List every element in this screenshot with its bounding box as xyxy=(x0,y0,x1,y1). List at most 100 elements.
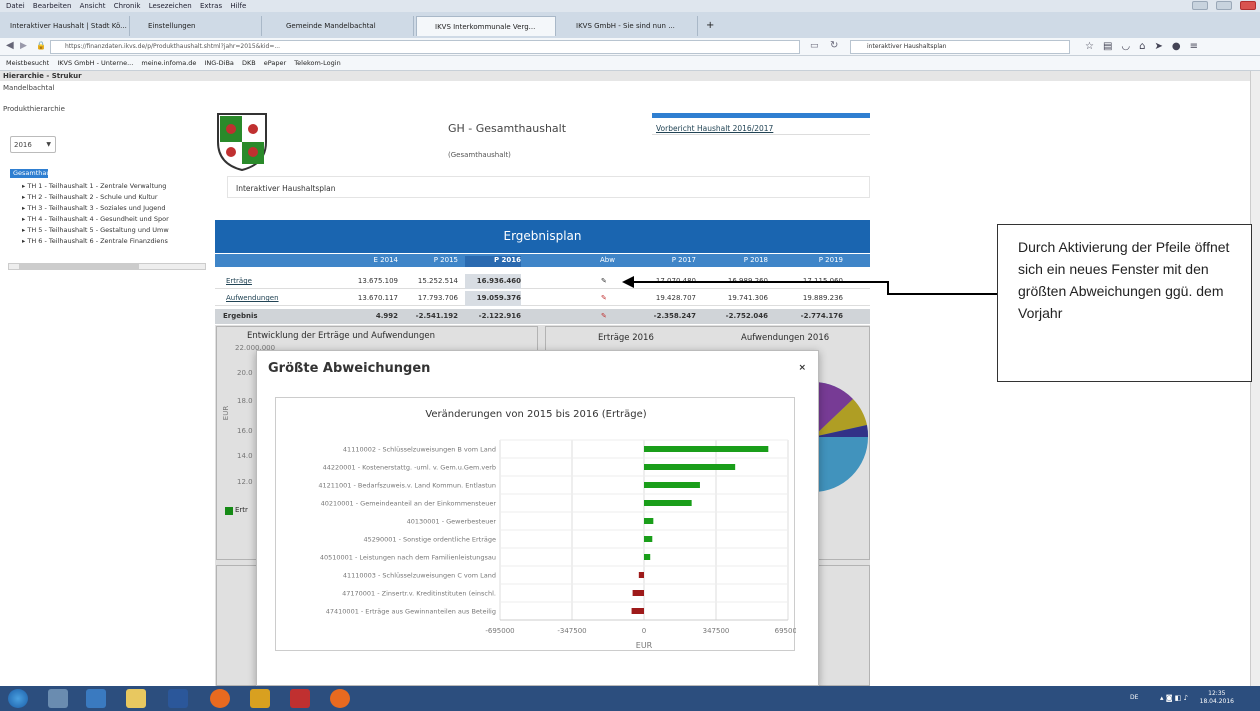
row-label-aufwendungen[interactable]: Aufwendungen xyxy=(226,291,279,306)
lock-icon: 🔒 xyxy=(36,41,46,50)
pdf-icon[interactable] xyxy=(290,689,310,708)
bookmark-dkb[interactable]: DKB xyxy=(242,59,256,67)
col-p2015: P 2015 xyxy=(433,256,458,264)
office-icon[interactable] xyxy=(250,689,270,708)
menu-ansicht[interactable]: Ansicht xyxy=(80,2,106,10)
close-window-button[interactable] xyxy=(1240,1,1256,10)
bookmark-epaper[interactable]: ePaper xyxy=(264,59,286,67)
tree-scrollbar-thumb[interactable] xyxy=(19,264,139,269)
menu-hilfe[interactable]: Hilfe xyxy=(230,2,246,10)
menu-bar: Datei Bearbeiten Ansicht Chronik Lesezei… xyxy=(0,0,1260,12)
send-icon[interactable]: ➤ xyxy=(1155,41,1172,52)
bar xyxy=(644,500,692,506)
reader-icon[interactable]: ▭ xyxy=(810,41,819,51)
x-axis-label: EUR xyxy=(636,641,653,650)
taskbar-app-icon[interactable] xyxy=(86,689,106,708)
tree-item-th1[interactable]: ▸ TH 1 - Teilhaushalt 1 - Zentrale Verwa… xyxy=(22,182,166,190)
bookmark-ingdiba[interactable]: ING-DiBa xyxy=(204,59,233,67)
tab-einstellungen[interactable]: Einstellungen xyxy=(132,16,262,36)
plan-label: Interaktiver Haushaltsplan xyxy=(236,184,336,193)
tree-item-th4[interactable]: ▸ TH 4 - Teilhaushalt 4 - Gesundheit und… xyxy=(22,215,169,223)
table-cell: -2.122.916 xyxy=(478,312,521,320)
table-row: Ergebnis 4.992 -2.541.192 -2.122.916 ✎ -… xyxy=(215,309,870,324)
bookmark-infoma[interactable]: meine.infoma.de xyxy=(141,59,196,67)
tree-item-th5[interactable]: ▸ TH 5 - Teilhaushalt 5 - Gestaltung und… xyxy=(22,226,169,234)
tab-ikvs-vergleich[interactable]: IKVS Interkommunale Verg... xyxy=(416,16,556,36)
pencil-icon[interactable]: ✎ xyxy=(601,291,607,306)
category-label: 45290001 - Sonstige ordentliche Erträge xyxy=(363,536,496,544)
pencil-icon[interactable]: ✎ xyxy=(601,274,607,289)
search-input[interactable]: interaktiver Haushaltsplan xyxy=(850,40,1070,54)
back-icon[interactable]: ◀ xyxy=(6,40,14,51)
taskbar: DE ▴ ◙ ◧ ♪ 12:35 18.04.2016 xyxy=(0,686,1260,711)
table-cell: 17.793.706 xyxy=(417,294,458,302)
reload-icon[interactable]: ↻ xyxy=(830,40,838,51)
new-tab-button[interactable]: + xyxy=(700,16,720,36)
folder-icon[interactable] xyxy=(126,689,146,708)
menu-bearbeiten[interactable]: Bearbeiten xyxy=(33,2,71,10)
taskbar-app-icon[interactable] xyxy=(48,689,68,708)
navigation-bar: ◀ ▶ 🔒 https://finanzdaten.ikvs.de/p/Prod… xyxy=(0,38,1260,56)
col-abw: Abw xyxy=(600,256,615,264)
tab-gemeinde[interactable]: Gemeinde Mandelbachtal xyxy=(264,16,414,36)
firefox-icon[interactable] xyxy=(330,689,350,708)
year-select[interactable]: 2016 ▼ xyxy=(10,136,56,153)
star-icon[interactable]: ☆ xyxy=(1085,41,1103,52)
bookmark-ikvs[interactable]: IKVS GmbH - Unterne... xyxy=(57,59,133,67)
tree-item-th6[interactable]: ▸ TH 6 - Teilhaushalt 6 - Zentrale Finan… xyxy=(22,237,168,245)
deviation-chart-svg: Veränderungen von 2015 bis 2016 (Erträge… xyxy=(318,409,796,650)
report-link-box: Vorbericht Haushalt 2016/2017 xyxy=(652,113,870,135)
tab-ikvs-gmbh[interactable]: IKVS GmbH - Sie sind nun ... xyxy=(558,16,698,36)
table-cell: 16.936.460 xyxy=(465,274,521,289)
extension-icon[interactable]: ● xyxy=(1172,41,1190,52)
tree-item-label: TH 2 - Teilhaushalt 2 - Schule und Kultu… xyxy=(27,193,158,201)
url-bar[interactable]: https://finanzdaten.ikvs.de/p/Produkthau… xyxy=(50,40,800,54)
report-link[interactable]: Vorbericht Haushalt 2016/2017 xyxy=(656,124,773,133)
menu-chronik[interactable]: Chronik xyxy=(114,2,141,10)
minimize-button[interactable] xyxy=(1192,1,1208,10)
menu-extras[interactable]: Extras xyxy=(200,2,222,10)
annotation-box: Durch Aktivierung der Pfeile öffnet sich… xyxy=(997,224,1252,382)
bar xyxy=(644,518,654,524)
pencil-icon[interactable]: ✎ xyxy=(601,309,607,324)
col-p2017: P 2017 xyxy=(671,256,696,264)
table-cell: 19.059.376 xyxy=(465,291,521,306)
table-cell: 13.675.109 xyxy=(357,277,398,285)
x-tick-label: 0 xyxy=(642,627,646,635)
firefox-icon[interactable] xyxy=(210,689,230,708)
word-icon[interactable] xyxy=(168,689,188,708)
row-label-ergebnis: Ergebnis xyxy=(223,312,258,320)
table-cell: 4.992 xyxy=(375,312,398,320)
clipboard-icon[interactable]: ▤ xyxy=(1103,41,1121,52)
x-tick-label: 347500 xyxy=(703,627,730,635)
clock[interactable]: 12:35 18.04.2016 xyxy=(1200,690,1234,706)
bar xyxy=(644,554,651,560)
tab-interaktiver-haushalt[interactable]: Interaktiver Haushalt | Stadt Kö... × xyxy=(4,16,130,36)
forward-icon[interactable]: ▶ xyxy=(20,41,27,51)
tree-root[interactable]: Gesamthaushalt xyxy=(10,169,66,178)
menu-datei[interactable]: Datei xyxy=(6,2,25,10)
sidebar: Mandelbachtal Produkthierarchie 2016 ▼ G… xyxy=(0,81,215,291)
hierarchy-header: Hierarchie - Strukur xyxy=(0,71,1250,81)
close-icon[interactable]: × xyxy=(798,363,806,373)
category-label: 41110003 - Schlüsselzuweisungen C vom La… xyxy=(343,572,496,580)
maximize-button[interactable] xyxy=(1216,1,1232,10)
chevron-down-icon: ▼ xyxy=(46,141,51,148)
start-icon[interactable] xyxy=(8,689,28,708)
menu-lesezeichen[interactable]: Lesezeichen xyxy=(149,2,192,10)
tree-scrollbar[interactable] xyxy=(8,263,206,270)
hierarchy-label: Produkthierarchie xyxy=(3,105,65,113)
pocket-icon[interactable]: ◡ xyxy=(1121,41,1139,52)
bookmark-telekom[interactable]: Telekom-Login xyxy=(294,59,340,67)
table-cell: -2.541.192 xyxy=(415,312,458,320)
language-indicator[interactable]: DE xyxy=(1130,694,1138,701)
deviation-chart: Veränderungen von 2015 bis 2016 (Erträge… xyxy=(275,397,796,651)
row-label-ertraege[interactable]: Erträge xyxy=(226,274,252,289)
bookmark-meistbesucht[interactable]: Meistbesucht xyxy=(6,59,49,67)
tray-icons[interactable]: ▴ ◙ ◧ ♪ xyxy=(1160,694,1188,702)
tree-item-th3[interactable]: ▸ TH 3 - Teilhaushalt 3 - Soziales und J… xyxy=(22,204,166,212)
table-cell: 13.670.117 xyxy=(357,294,398,302)
tree-item-th2[interactable]: ▸ TH 2 - Teilhaushalt 2 - Schule und Kul… xyxy=(22,193,158,201)
menu-icon[interactable]: ≡ xyxy=(1190,41,1207,52)
home-icon[interactable]: ⌂ xyxy=(1139,41,1154,52)
